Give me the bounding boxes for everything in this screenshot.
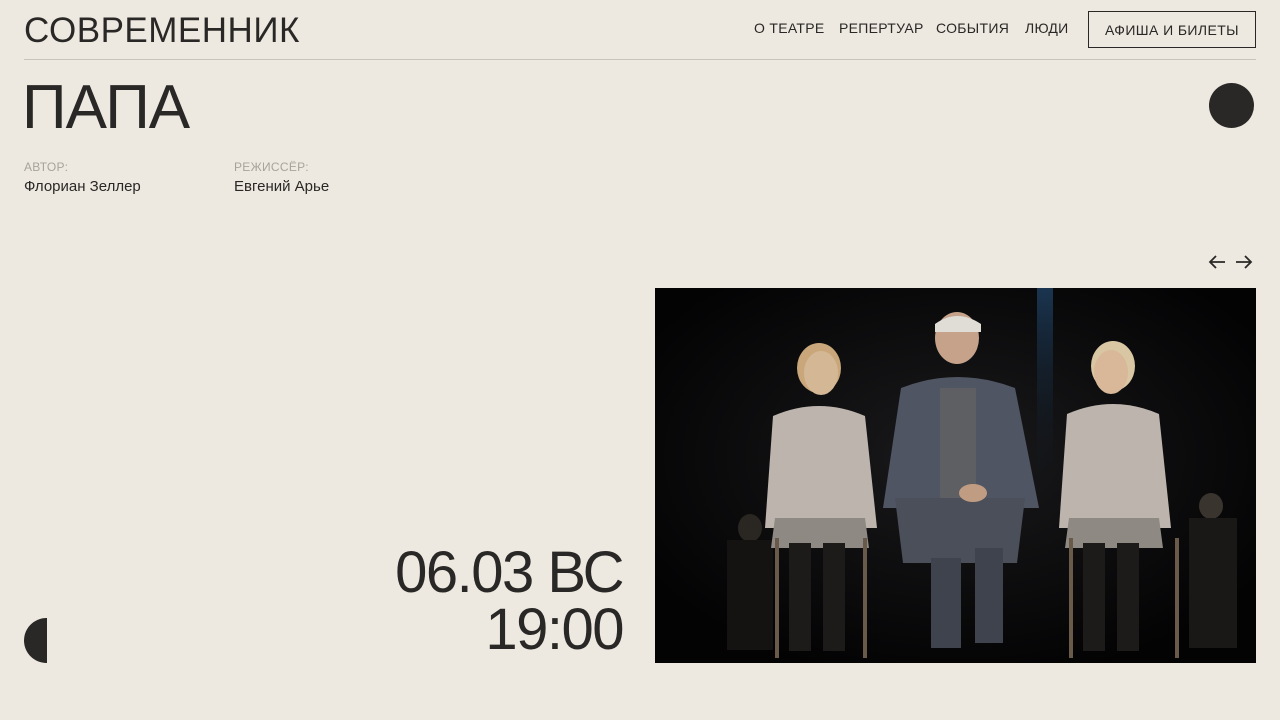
performance-photo — [655, 288, 1256, 663]
page-title: ПАПА — [22, 73, 190, 142]
author-label: АВТОР: — [24, 160, 69, 174]
decorative-circle — [1209, 83, 1254, 128]
performance-date: 06.03 ВС — [395, 540, 624, 605]
author-credit: АВТОР: Флориан Зеллер — [24, 159, 141, 197]
tickets-button[interactable]: АФИША И БИЛЕТЫ — [1088, 11, 1256, 48]
arrow-left-icon[interactable] — [1207, 252, 1227, 272]
decorative-half-circle — [24, 618, 47, 663]
nav-item-events[interactable]: СОБЫТИЯ — [936, 20, 1009, 36]
page: СОВРЕМЕННИК О ТЕАТРЕ РЕПЕРТУАР СОБЫТИЯ Л… — [0, 0, 1280, 720]
site-logo[interactable]: СОВРЕМЕННИК — [24, 11, 300, 51]
director-credit: РЕЖИССЁР: Евгений Арье — [234, 159, 329, 197]
arrow-right-icon[interactable] — [1234, 252, 1254, 272]
performance-datetime: 06.03 ВС 19:00 — [395, 540, 624, 662]
nav-item-people[interactable]: ЛЮДИ — [1025, 20, 1068, 36]
director-label: РЕЖИССЁР: — [234, 160, 309, 174]
nav-item-about[interactable]: О ТЕАТРЕ — [754, 20, 825, 36]
author-name: Флориан Зеллер — [24, 178, 141, 195]
nav-item-repertoire[interactable]: РЕПЕРТУАР — [839, 20, 924, 36]
header-divider — [24, 59, 1256, 60]
performance-time: 19:00 — [485, 597, 624, 662]
director-name: Евгений Арье — [234, 178, 330, 195]
